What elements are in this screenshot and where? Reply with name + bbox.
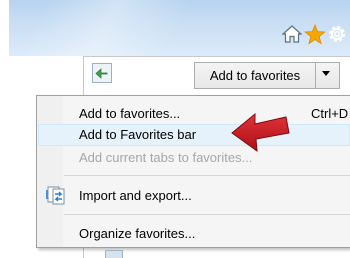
menu-item-label: Add to favorites... [79,106,181,121]
menu-item-label: Add to Favorites bar [79,127,197,142]
menu-item-shortcut: Ctrl+D [311,106,349,121]
star-icon[interactable] [304,24,326,45]
import-export-icon [46,186,65,205]
chevron-down-icon[interactable] [322,71,330,76]
menu-item-organize-favorites[interactable]: Organize favorites... [38,223,350,245]
green-back-arrow-icon[interactable] [92,63,112,83]
red-pointer-arrow-icon [231,112,290,153]
menu-item-label: Import and export... [79,188,192,203]
browser-window: Add to favorites Add to favorites... Ctr… [9,0,350,258]
add-to-favorites-button[interactable]: Add to favorites [194,62,340,89]
home-icon[interactable] [282,24,302,44]
add-to-favorites-dropdown-menu: Add to favorites... Ctrl+D Add to Favori… [36,95,350,248]
menu-item-add-current-tabs: Add current tabs to favorites... [38,147,350,169]
menu-item-import-export[interactable]: Import and export... [38,185,350,207]
button-divider [315,63,316,88]
menu-item-add-to-favorites[interactable]: Add to favorites... Ctrl+D [38,103,350,125]
menu-item-add-to-favorites-bar[interactable]: Add to Favorites bar [38,124,350,146]
add-to-favorites-button-label: Add to favorites [209,68,301,83]
gear-icon[interactable] [327,24,347,44]
menu-separator [64,175,350,176]
menu-item-label: Organize favorites... [79,226,196,241]
list-item-icon [105,250,123,258]
menu-item-label: Add current tabs to favorites... [79,150,253,165]
menu-separator [64,214,350,215]
